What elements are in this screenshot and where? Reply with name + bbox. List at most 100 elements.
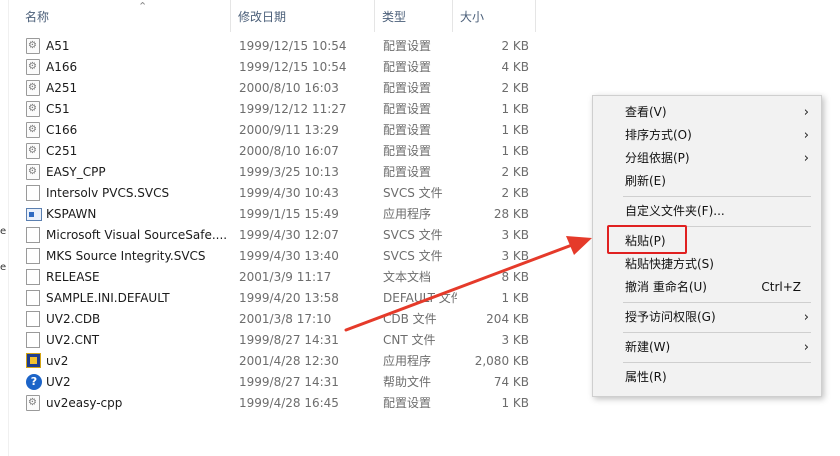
file-row[interactable]: SAMPLE.INI.DEFAULT 1999/4/20 13:58 DEFAULT…	[18, 288, 538, 309]
column-header-size[interactable]: 大小	[453, 0, 536, 32]
menu-item-customize-folder[interactable]: 自定义文件夹(F)...	[593, 200, 821, 223]
file-name: UV2.CDB	[46, 312, 101, 326]
paste-highlight-box	[607, 225, 687, 254]
file-row[interactable]: Microsoft Visual SourceSafe.... 1999/4/30…	[18, 225, 538, 246]
keyboard-shortcut-label: Ctrl+Z	[761, 280, 801, 294]
menu-item-undo-rename-label: 撤消 重命名(U)	[625, 280, 707, 294]
file-size: 28 KB	[493, 207, 529, 221]
menu-item-paste-shortcut[interactable]: 粘贴快捷方式(S)	[593, 253, 821, 276]
file-type: 配置设置	[383, 144, 432, 158]
file-row[interactable]: EASY_CPP 1999/3/25 10:13 配置设置 2 KB	[18, 162, 538, 183]
config-file-icon	[26, 143, 40, 159]
menu-item-refresh[interactable]: 刷新(E)	[593, 170, 821, 193]
file-row[interactable]: MKS Source Integrity.SVCS 1999/4/30 13:40…	[18, 246, 538, 267]
column-header-bar: 名称 ⌃ 修改日期 类型 大小	[18, 0, 538, 32]
file-type: SVCS 文件	[383, 249, 443, 263]
file-size: 74 KB	[493, 375, 529, 389]
file-name: Microsoft Visual SourceSafe....	[46, 228, 228, 242]
menu-item-view[interactable]: 查看(V) ›	[593, 101, 821, 124]
file-name: uv2easy-cpp	[46, 396, 123, 410]
menu-item-customize-folder-label: 自定义文件夹(F)...	[625, 204, 725, 218]
menu-item-new[interactable]: 新建(W) ›	[593, 336, 821, 359]
file-name: C51	[46, 102, 70, 116]
file-row[interactable]: A166 1999/12/15 10:54 配置设置 4 KB	[18, 57, 538, 78]
column-header-date[interactable]: 修改日期	[231, 0, 375, 32]
menu-item-give-access[interactable]: 授予访问权限(G) ›	[593, 306, 821, 329]
file-list: A51 1999/12/15 10:54 配置设置 2 KB A166 1999/12/1…	[18, 36, 538, 414]
file-type: 配置设置	[383, 396, 432, 410]
file-date-modified: 2000/9/11 13:29	[239, 123, 339, 137]
menu-item-group-by[interactable]: 分组依据(P) ›	[593, 147, 821, 170]
menu-item-undo-rename[interactable]: 撤消 重命名(U) Ctrl+Z	[593, 276, 821, 299]
file-row[interactable]: UV2.CDB 2001/3/8 17:10 CDB 文件 204 KB	[18, 309, 538, 330]
file-date-modified: 2001/3/8 17:10	[239, 312, 332, 326]
file-size: 1 KB	[501, 102, 529, 116]
file-row[interactable]: ? UV2 1999/8/27 14:31 帮助文件 74 KB	[18, 372, 538, 393]
file-name: KSPAWN	[46, 207, 97, 221]
uv2-app-icon	[26, 353, 41, 368]
file-size: 1 KB	[501, 123, 529, 137]
file-date-modified: 1999/12/15 10:54	[239, 60, 347, 74]
nav-pane-fragment: e	[0, 226, 7, 237]
file-row[interactable]: uv2 2001/4/28 12:30 应用程序 2,080 KB	[18, 351, 538, 372]
file-name: A251	[46, 81, 78, 95]
file-date-modified: 1999/4/30 10:43	[239, 186, 339, 200]
menu-item-properties[interactable]: 属性(R)	[593, 366, 821, 389]
column-header-type-label: 类型	[382, 10, 407, 24]
file-row[interactable]: C251 2000/8/10 16:07 配置设置 1 KB	[18, 141, 538, 162]
file-date-modified: 2001/3/9 11:17	[239, 270, 332, 284]
file-row[interactable]: C166 2000/9/11 13:29 配置设置 1 KB	[18, 120, 538, 141]
file-name: uv2	[46, 354, 69, 368]
file-size: 2 KB	[501, 186, 529, 200]
file-type: 应用程序	[383, 354, 432, 368]
file-type: 配置设置	[383, 39, 432, 53]
document-icon	[26, 332, 40, 348]
file-row[interactable]: UV2.CNT 1999/8/27 14:31 CNT 文件 3 KB	[18, 330, 538, 351]
menu-separator	[623, 302, 811, 303]
file-row[interactable]: RELEASE 2001/3/9 11:17 文本文档 8 KB	[18, 267, 538, 288]
file-type: SVCS 文件	[383, 186, 443, 200]
file-type: 帮助文件	[383, 375, 432, 389]
column-header-name-label: 名称	[25, 10, 50, 24]
file-type: 配置设置	[383, 123, 432, 137]
file-size: 3 KB	[501, 333, 529, 347]
application-icon	[26, 208, 42, 221]
menu-item-sort-by[interactable]: 排序方式(O) ›	[593, 124, 821, 147]
file-name: C251	[46, 144, 78, 158]
file-row[interactable]: A51 1999/12/15 10:54 配置设置 2 KB	[18, 36, 538, 57]
document-icon	[26, 290, 40, 306]
menu-item-group-by-label: 分组依据(P)	[625, 151, 690, 165]
column-header-name[interactable]: 名称	[18, 0, 231, 32]
file-size: 1 KB	[501, 144, 529, 158]
file-name: A166	[46, 60, 78, 74]
file-date-modified: 1999/12/12 11:27	[239, 102, 347, 116]
file-type: CDB 文件	[383, 312, 437, 326]
file-name: EASY_CPP	[46, 165, 106, 179]
column-header-type[interactable]: 类型	[375, 0, 453, 32]
file-row[interactable]: uv2easy-cpp 1999/4/28 16:45 配置设置 1 KB	[18, 393, 538, 414]
file-name: SAMPLE.INI.DEFAULT	[46, 291, 170, 305]
file-date-modified: 1999/4/30 12:07	[239, 228, 339, 242]
document-icon	[26, 269, 40, 285]
column-header-date-label: 修改日期	[238, 10, 287, 24]
file-type: 配置设置	[383, 165, 432, 179]
file-row[interactable]: A251 2000/8/10 16:03 配置设置 2 KB	[18, 78, 538, 99]
menu-item-give-access-label: 授予访问权限(G)	[625, 310, 716, 324]
menu-separator	[623, 332, 811, 333]
file-row[interactable]: KSPAWN 1999/1/15 15:49 应用程序 28 KB	[18, 204, 538, 225]
file-size: 3 KB	[501, 249, 529, 263]
config-file-icon	[26, 59, 40, 75]
menu-item-view-label: 查看(V)	[625, 105, 667, 119]
file-row[interactable]: C51 1999/12/12 11:27 配置设置 1 KB	[18, 99, 538, 120]
document-icon	[26, 227, 40, 243]
file-date-modified: 1999/4/28 16:45	[239, 396, 339, 410]
chevron-right-icon: ›	[803, 310, 809, 325]
file-date-modified: 1999/1/15 15:49	[239, 207, 339, 221]
file-name: UV2	[46, 375, 71, 389]
file-type: SVCS 文件	[383, 228, 443, 242]
menu-item-properties-label: 属性(R)	[625, 370, 667, 384]
document-icon	[26, 248, 40, 264]
file-row[interactable]: Intersolv PVCS.SVCS 1999/4/30 10:43 SVCS 文…	[18, 183, 538, 204]
file-date-modified: 2001/4/28 12:30	[239, 354, 339, 368]
file-type: 配置设置	[383, 81, 432, 95]
